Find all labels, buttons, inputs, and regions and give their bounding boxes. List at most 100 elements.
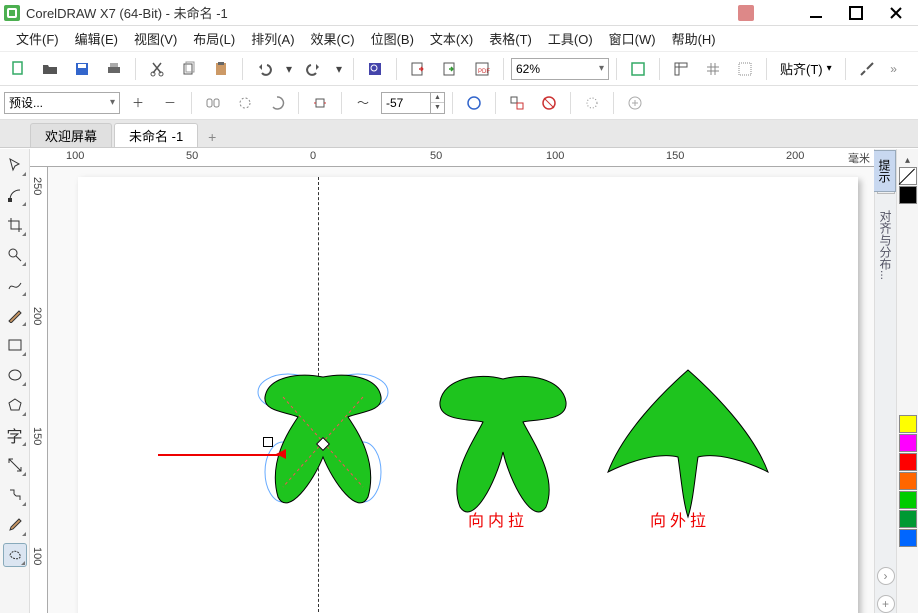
distorted-shape-inward[interactable] — [428, 367, 578, 527]
vertical-ruler[interactable]: 250 200 150 100 — [30, 167, 48, 613]
mirror-nodes-v-button[interactable] — [231, 90, 259, 116]
menu-text[interactable]: 文本(X) — [422, 29, 481, 48]
save-button[interactable] — [68, 56, 96, 82]
new-button[interactable] — [4, 56, 32, 82]
drag-arrow-icon — [276, 449, 286, 459]
polygon-tool[interactable] — [3, 393, 27, 417]
show-grid-button[interactable] — [699, 56, 727, 82]
zoom-tool[interactable] — [3, 243, 27, 267]
center-distortion-button[interactable] — [503, 90, 531, 116]
preset-select[interactable]: 预设... ▾ — [4, 92, 120, 114]
menu-view[interactable]: 视图(V) — [126, 29, 185, 48]
docker-align-label[interactable]: 对齐与分布... — [877, 204, 894, 286]
undo-button[interactable] — [250, 56, 278, 82]
minimize-button[interactable] — [798, 4, 834, 22]
print-button[interactable] — [100, 56, 128, 82]
rotation-icon: 〜 — [349, 90, 377, 116]
menu-effects[interactable]: 效果(C) — [303, 29, 363, 48]
shape-tool[interactable] — [3, 183, 27, 207]
show-guides-button[interactable] — [731, 56, 759, 82]
distorted-shape-outward[interactable] — [603, 362, 773, 522]
menu-bitmaps[interactable]: 位图(B) — [363, 29, 422, 48]
twirl-button[interactable] — [263, 90, 291, 116]
add-new-button[interactable] — [621, 90, 649, 116]
docker-strip: « 对齐与分布... › + — [874, 149, 896, 613]
hint-flag[interactable]: 提示 — [873, 150, 896, 192]
overflow-icon[interactable]: » — [885, 56, 903, 82]
undo-drop-icon[interactable]: ▾ — [282, 56, 296, 82]
docker-expand-button[interactable]: › — [877, 567, 895, 585]
import-button[interactable] — [404, 56, 432, 82]
menu-file[interactable]: 文件(F) — [8, 29, 67, 48]
tab-welcome[interactable]: 欢迎屏幕 — [30, 123, 112, 147]
swatch-none[interactable] — [899, 167, 917, 185]
search-content-button[interactable] — [361, 56, 389, 82]
interactive-distort-tool[interactable] — [3, 543, 27, 567]
swatch-red[interactable] — [899, 453, 917, 471]
convert-line-button[interactable] — [306, 90, 334, 116]
menu-tools[interactable]: 工具(O) — [540, 29, 601, 48]
menu-help[interactable]: 帮助(H) — [664, 29, 724, 48]
text-tool[interactable]: 字 — [3, 423, 27, 447]
crop-tool[interactable] — [3, 213, 27, 237]
add-tab-button[interactable]: + — [202, 127, 222, 147]
work-area: 100 50 0 50 100 150 200 毫米 250 200 150 1… — [30, 149, 874, 613]
maximize-button[interactable] — [838, 4, 874, 22]
show-rulers-button[interactable] — [667, 56, 695, 82]
options-button[interactable] — [853, 56, 881, 82]
artistic-media-tool[interactable] — [3, 303, 27, 327]
clear-distortion-button[interactable] — [460, 90, 488, 116]
fullscreen-button[interactable] — [624, 56, 652, 82]
tab-document[interactable]: 未命名 -1 — [114, 123, 198, 147]
convert-to-curves-button[interactable] — [535, 90, 563, 116]
snap-to-dropdown[interactable]: 贴齐(T) ▾ — [774, 56, 838, 82]
docker-add-button[interactable]: + — [877, 595, 895, 613]
swatch-black[interactable] — [899, 186, 917, 204]
freehand-tool[interactable] — [3, 273, 27, 297]
distort-start-handle[interactable] — [263, 437, 273, 447]
publish-pdf-button[interactable]: PDF — [468, 56, 496, 82]
cut-button[interactable] — [143, 56, 171, 82]
pick-tool[interactable] — [3, 153, 27, 177]
redo-button[interactable] — [300, 56, 328, 82]
zoom-select[interactable]: 62% ▾ — [511, 58, 609, 80]
swatch-blue[interactable] — [899, 529, 917, 547]
menu-edit[interactable]: 编辑(E) — [67, 29, 126, 48]
canvas[interactable]: 向内拉 向外拉 — [48, 167, 874, 613]
close-button[interactable] — [878, 4, 914, 22]
toolbox: 字 — [0, 149, 30, 613]
preset-label: 预设... — [9, 94, 43, 111]
ellipse-tool[interactable] — [3, 363, 27, 387]
delete-preset-button[interactable]: － — [156, 90, 184, 116]
paste-button[interactable] — [207, 56, 235, 82]
add-preset-button[interactable]: ＋ — [124, 90, 152, 116]
chevron-down-icon: ▾ — [110, 97, 115, 108]
app-logo-icon — [4, 5, 20, 21]
swatch-orange[interactable] — [899, 472, 917, 490]
export-button[interactable] — [436, 56, 464, 82]
horizontal-ruler[interactable]: 100 50 0 50 100 150 200 毫米 — [30, 149, 874, 167]
palette-up-icon[interactable]: ▴ — [905, 153, 910, 167]
rectangle-tool[interactable] — [3, 333, 27, 357]
dimension-tool[interactable] — [3, 453, 27, 477]
menu-layout[interactable]: 布局(L) — [185, 29, 243, 48]
user-icon[interactable] — [738, 5, 754, 21]
copy-button[interactable] — [175, 56, 203, 82]
menu-window[interactable]: 窗口(W) — [601, 29, 664, 48]
redo-drop-icon[interactable]: ▾ — [332, 56, 346, 82]
swatch-magenta[interactable] — [899, 434, 917, 452]
copy-props-button[interactable] — [578, 90, 606, 116]
svg-text:PDF: PDF — [478, 69, 490, 75]
swatch-yellow[interactable] — [899, 415, 917, 433]
dropper-tool[interactable] — [3, 513, 27, 537]
swatch-darkgreen[interactable] — [899, 510, 917, 528]
rotation-input[interactable]: -57 — [381, 92, 431, 114]
rotation-stepper[interactable]: ▲▼ — [431, 92, 445, 114]
menu-arrange[interactable]: 排列(A) — [243, 29, 302, 48]
swatch-green[interactable] — [899, 491, 917, 509]
menu-table[interactable]: 表格(T) — [481, 29, 540, 48]
connector-tool[interactable] — [3, 483, 27, 507]
color-palette: ▴ — [896, 149, 918, 613]
mirror-nodes-h-button[interactable] — [199, 90, 227, 116]
open-button[interactable] — [36, 56, 64, 82]
